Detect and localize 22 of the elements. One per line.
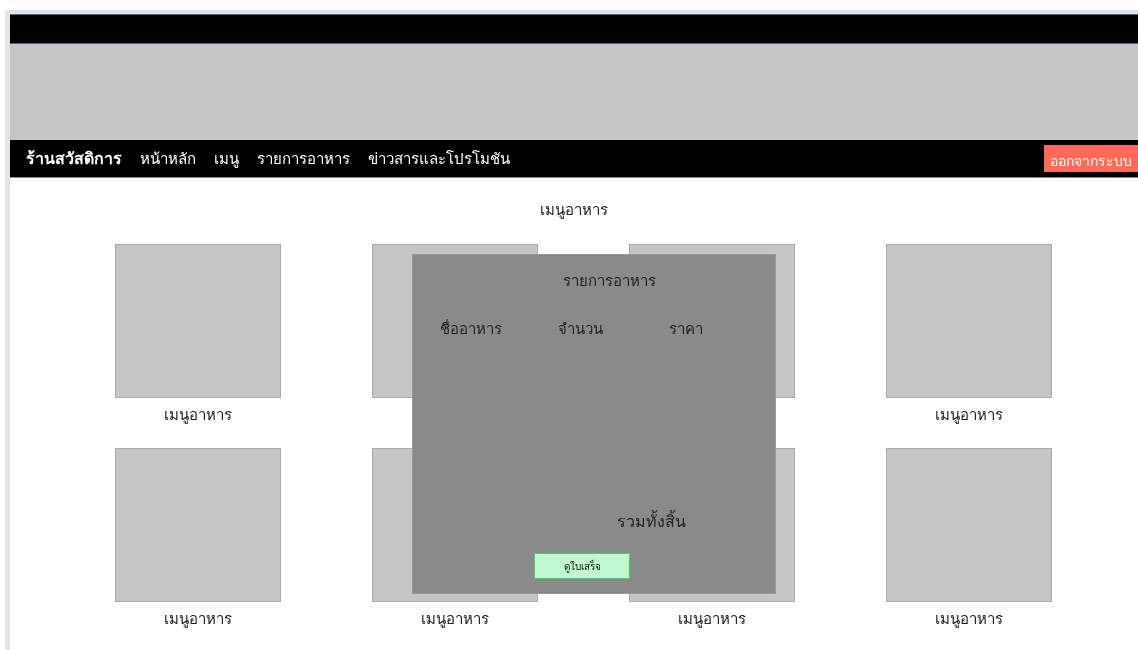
column-header: ชื่ออาหาร [440, 318, 503, 340]
image-placeholder[interactable] [886, 244, 1052, 398]
menu-item-label: เมนูอาหาร [164, 405, 232, 426]
nav-link[interactable]: ข่าวสารและโปรโมชัน [368, 146, 510, 171]
page-title: เมนูอาหาร [539, 200, 609, 221]
nav-link[interactable]: เมนู [214, 146, 239, 171]
nav-link[interactable]: รายการอาหาร [257, 146, 350, 171]
menu-item-label: เมนูอาหาร [935, 405, 1003, 426]
view-receipt-button[interactable]: ดูใบเสร็จ [534, 553, 630, 579]
nav-link[interactable]: หน้าหลัก [140, 146, 196, 171]
column-header: จำนวน [558, 319, 604, 340]
image-placeholder[interactable] [115, 448, 281, 602]
brand-name[interactable]: ร้านสวัสดิการ [26, 146, 122, 171]
menu-item-label: เมนูอาหาร [935, 609, 1003, 630]
dialog-title: รายการอาหาร [561, 271, 657, 292]
total-label: รวมทั้งสิ้น [617, 509, 686, 533]
image-placeholder[interactable] [115, 244, 281, 398]
image-placeholder[interactable] [886, 448, 1052, 602]
column-header: ราคา [669, 319, 703, 340]
menu-item-label: เมนูอาหาร [164, 609, 232, 630]
menu-item-label: เมนูอาหาร [678, 609, 746, 630]
menu-item-label: เมนูอาหาร [421, 609, 489, 630]
